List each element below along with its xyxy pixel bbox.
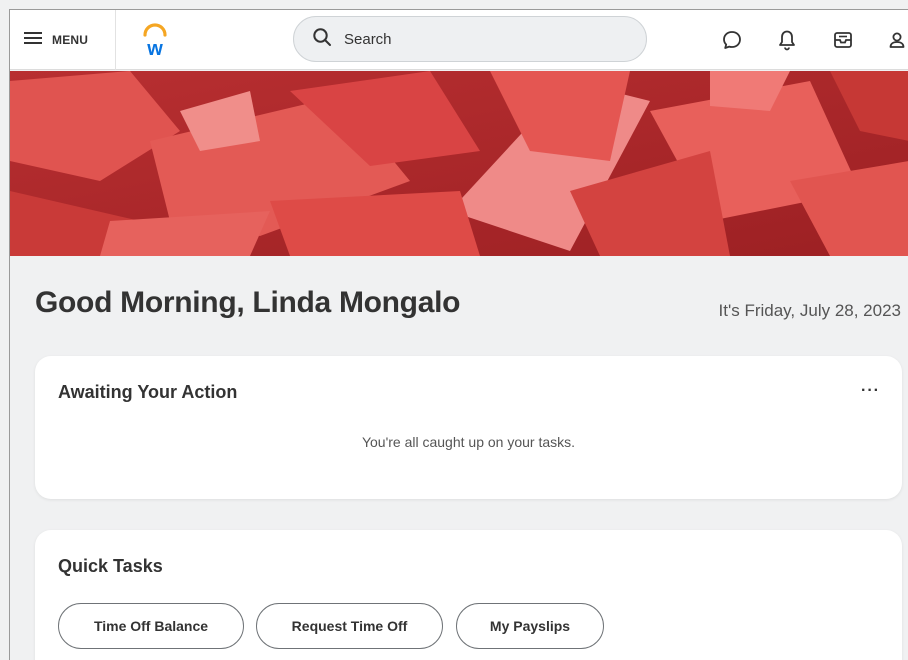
quick-tasks-card: Quick Tasks Time Off Balance Request Tim… [35,530,902,660]
time-off-balance-button[interactable]: Time Off Balance [58,603,244,649]
awaiting-action-card: Awaiting Your Action ··· You're all caug… [35,356,902,499]
svg-text:w: w [146,38,163,58]
hamburger-icon [24,31,42,50]
more-options-icon[interactable]: ··· [861,382,880,400]
menu-label: MENU [52,33,89,47]
inbox-icon[interactable] [831,28,855,52]
request-time-off-button[interactable]: Request Time Off [256,603,443,649]
bell-icon[interactable] [775,28,799,52]
my-payslips-button[interactable]: My Payslips [456,603,604,649]
app-window: MENU w Search Good Morning, Linda Mongal… [9,9,908,660]
empty-tasks-message: You're all caught up on your tasks. [361,434,576,450]
workday-logo[interactable]: w [138,22,172,60]
search-icon [312,27,332,52]
top-navigation-bar: MENU w Search [10,10,908,70]
search-bar[interactable]: Search [293,16,647,62]
search-input[interactable]: Search [344,31,392,48]
watermelon-banner-image [10,71,908,256]
current-date: It's Friday, July 28, 2023 [718,301,901,320]
profile-icon[interactable] [885,28,908,52]
quick-tasks-title: Quick Tasks [58,556,163,576]
menu-button[interactable]: MENU [10,10,116,70]
greeting-title: Good Morning, Linda Mongalo [35,286,461,319]
awaiting-action-title: Awaiting Your Action [58,382,238,402]
chat-icon[interactable] [720,28,744,52]
